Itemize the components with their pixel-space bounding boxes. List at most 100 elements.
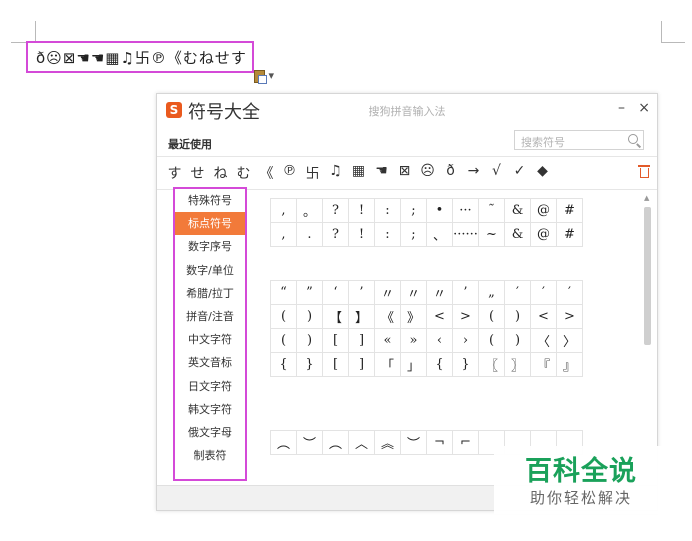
recent-symbol-cell[interactable]: ⊠ — [393, 163, 416, 183]
symbol-cell[interactable]: 。 — [296, 198, 323, 223]
symbol-cell[interactable]: ’ — [348, 280, 375, 305]
symbol-cell[interactable]: 〃 — [400, 280, 427, 305]
symbol-cell[interactable]: • — [426, 198, 453, 223]
search-input[interactable] — [515, 134, 625, 151]
symbol-cell[interactable]: 」 — [400, 352, 427, 377]
symbol-cell[interactable]: ( — [478, 304, 505, 329]
symbol-cell[interactable]: & — [504, 222, 531, 247]
symbol-cell[interactable]: 、 — [426, 222, 453, 247]
scrollbar[interactable]: ▲ — [643, 194, 652, 482]
recent-symbol-cell[interactable]: 卐 — [301, 163, 324, 183]
symbol-cell[interactable]: < — [530, 304, 557, 329]
symbol-cell[interactable]: 〃 — [374, 280, 401, 305]
symbol-cell[interactable]: ¬ — [426, 430, 453, 455]
recent-symbol-cell[interactable]: → — [462, 163, 485, 183]
recent-symbol-cell[interactable]: ☹ — [416, 163, 439, 183]
symbol-cell[interactable]: ; — [400, 198, 427, 223]
symbol-cell[interactable]: ˜ — [478, 198, 505, 223]
symbol-cell[interactable]: & — [504, 198, 531, 223]
symbol-cell[interactable]: ′ — [530, 280, 557, 305]
symbol-cell[interactable]: : — [374, 198, 401, 223]
symbol-cell[interactable]: 〗 — [504, 352, 531, 377]
symbol-cell[interactable]: ] — [348, 328, 375, 353]
symbol-cell[interactable]: ? — [322, 198, 349, 223]
search-icon[interactable] — [628, 134, 638, 144]
scrollbar-thumb[interactable] — [644, 207, 651, 345]
symbol-cell[interactable]: ] — [348, 352, 375, 377]
recent-symbol-cell[interactable]: ♫ — [324, 163, 347, 183]
recent-symbol-cell[interactable]: ▦ — [347, 163, 370, 183]
recent-symbol-cell[interactable]: ℗ — [278, 163, 301, 183]
symbol-cell[interactable]: ︶ — [296, 430, 323, 455]
symbol-cell[interactable]: ! — [348, 222, 375, 247]
symbol-cell[interactable]: ( — [270, 304, 297, 329]
symbol-cell[interactable]: ︵ — [322, 430, 349, 455]
category-item[interactable]: 韩文字符 — [175, 398, 245, 421]
symbol-cell[interactable]: } — [452, 352, 479, 377]
recent-symbol-cell[interactable]: ☚ — [370, 163, 393, 183]
symbol-cell[interactable]: 《 — [374, 304, 401, 329]
recent-symbol-cell[interactable]: √ — [485, 163, 508, 183]
symbol-cell[interactable]: ︶ — [400, 430, 427, 455]
symbol-cell[interactable]: ) — [296, 304, 323, 329]
symbol-cell[interactable]: 〖 — [478, 352, 505, 377]
symbol-cell[interactable]: ‹ — [426, 328, 453, 353]
symbol-cell[interactable]: { — [426, 352, 453, 377]
symbol-cell[interactable]: @ — [530, 222, 557, 247]
recent-symbol-cell[interactable]: 《 — [255, 163, 278, 183]
dialog-titlebar[interactable]: S 符号大全 搜狗拼音输入法 – × — [157, 94, 657, 126]
category-item[interactable]: 数字/单位 — [175, 259, 245, 282]
category-item[interactable]: 俄文字母 — [175, 421, 245, 444]
symbol-cell[interactable]: ; — [400, 222, 427, 247]
search-box[interactable] — [514, 130, 644, 151]
symbol-cell[interactable]: › — [452, 328, 479, 353]
symbol-cell[interactable]: ’ — [452, 280, 479, 305]
symbol-cell[interactable]: ··· — [452, 198, 479, 223]
symbol-cell[interactable]: [ — [322, 328, 349, 353]
category-item[interactable]: 拼音/注音 — [175, 305, 245, 328]
symbol-cell[interactable]: # — [556, 222, 583, 247]
symbol-cell[interactable]: „ — [478, 280, 505, 305]
symbol-cell[interactable]: ” — [296, 280, 323, 305]
recent-symbol-cell[interactable]: す — [163, 163, 186, 183]
close-button[interactable]: × — [638, 100, 650, 116]
symbol-cell[interactable]: : — [374, 222, 401, 247]
category-item[interactable]: 制表符 — [175, 444, 245, 467]
symbol-cell[interactable]: ? — [322, 222, 349, 247]
symbol-cell[interactable]: 》 — [400, 304, 427, 329]
minimize-button[interactable]: – — [618, 100, 625, 116]
symbol-cell[interactable]: ︵ — [270, 430, 297, 455]
symbol-cell[interactable]: > — [452, 304, 479, 329]
category-item[interactable]: 英文音标 — [175, 351, 245, 374]
symbol-cell[interactable]: « — [374, 328, 401, 353]
symbol-cell[interactable]: ( — [270, 328, 297, 353]
recent-symbol-cell[interactable]: せ — [186, 163, 209, 183]
symbol-cell[interactable]: [ — [322, 352, 349, 377]
symbol-cell[interactable]: ) — [504, 304, 531, 329]
symbol-cell[interactable]: » — [400, 328, 427, 353]
scroll-up-arrow-icon[interactable]: ▲ — [644, 194, 649, 202]
category-item[interactable]: 中文字符 — [175, 328, 245, 351]
recent-symbol-cell[interactable]: ð — [439, 163, 462, 183]
category-item[interactable]: 特殊符号 — [175, 189, 245, 212]
document-inserted-symbols[interactable]: ð☹⊠☚☚▦♫卐℗《むねせす — [26, 41, 254, 73]
symbol-cell[interactable]: 】 — [348, 304, 375, 329]
symbol-cell[interactable]: ! — [348, 198, 375, 223]
symbol-cell[interactable]: ~ — [478, 222, 505, 247]
symbol-cell[interactable]: 『 — [530, 352, 557, 377]
symbol-cell[interactable]: ′ — [504, 280, 531, 305]
symbol-cell[interactable]: { — [270, 352, 297, 377]
category-item[interactable]: 希腊/拉丁 — [175, 282, 245, 305]
symbol-cell[interactable]: 』 — [556, 352, 583, 377]
symbol-cell[interactable]: @ — [530, 198, 557, 223]
trash-icon[interactable] — [638, 165, 650, 178]
category-item[interactable]: 日文字符 — [175, 375, 245, 398]
recent-symbol-cell[interactable]: ね — [209, 163, 232, 183]
recent-symbol-cell[interactable]: む — [232, 163, 255, 183]
recent-symbol-cell[interactable]: ✓ — [508, 163, 531, 183]
symbol-cell[interactable]: 【 — [322, 304, 349, 329]
symbol-cell[interactable]: ‘ — [322, 280, 349, 305]
symbol-cell[interactable]: ′ — [556, 280, 583, 305]
symbol-cell[interactable]: . — [296, 222, 323, 247]
symbol-cell[interactable]: ⌐ — [452, 430, 479, 455]
